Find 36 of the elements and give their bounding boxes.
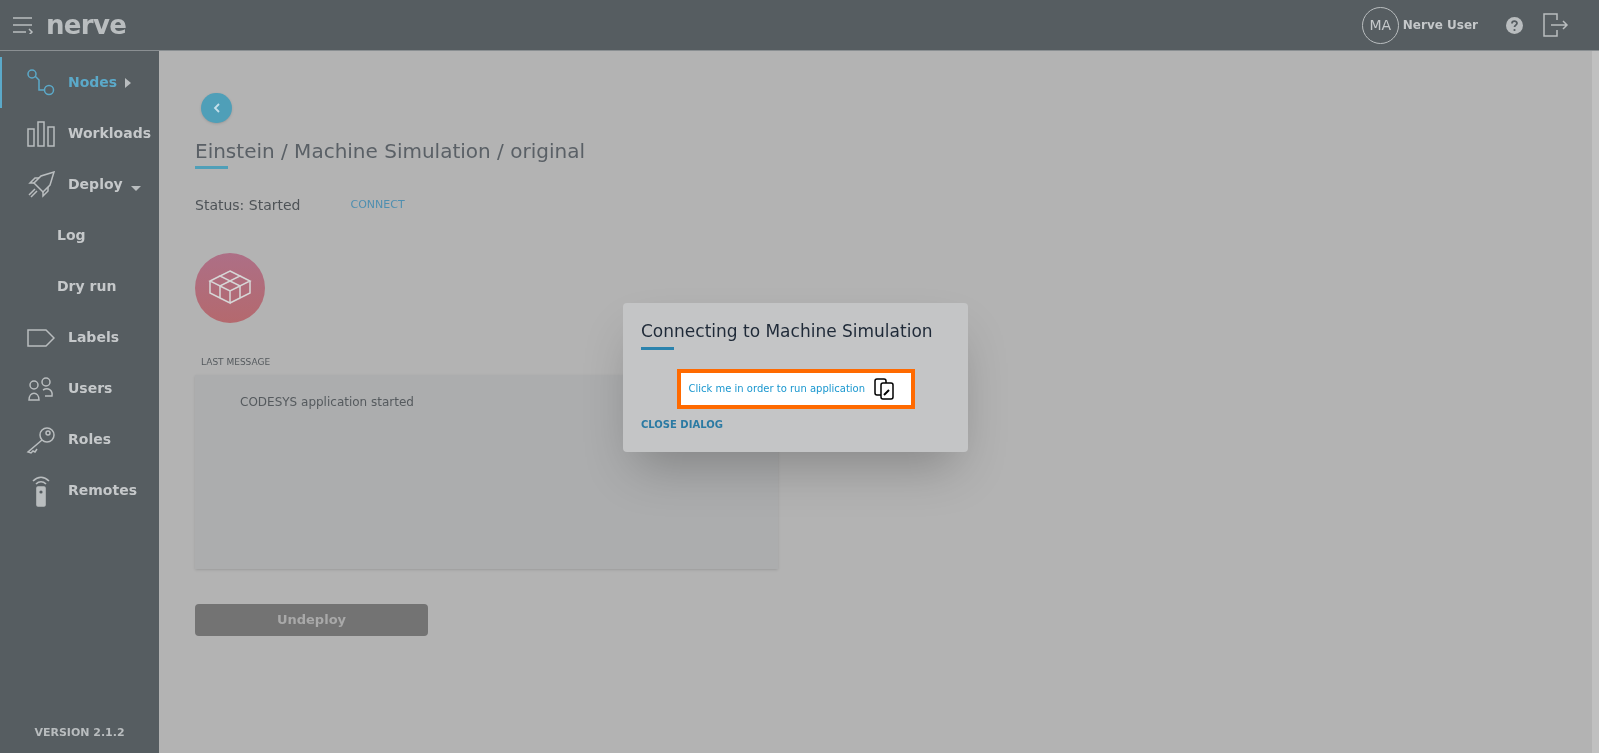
sidebar-item[interactable]: Remotes: [0, 465, 159, 516]
bar-chart-icon: [27, 120, 55, 147]
help-icon[interactable]: [1506, 16, 1523, 34]
cubes-icon: [195, 253, 265, 323]
version-label: VERSION 2.1.2: [33, 724, 126, 741]
caret-icon: [130, 186, 141, 191]
sidebar-item[interactable]: Deploy: [0, 159, 159, 210]
last-message-label: LAST MESSAGE: [201, 356, 271, 369]
sidebar-item[interactable]: Log: [0, 210, 159, 261]
nodes-icon: [26, 67, 56, 98]
status-text: Status: Started: [195, 196, 301, 215]
sidebar-item[interactable]: Nodes: [0, 57, 159, 108]
message-text: CODESYS application started: [240, 394, 414, 409]
remote-icon: [30, 474, 52, 507]
users-icon: [28, 376, 54, 401]
sidebar-item[interactable]: Users: [0, 363, 159, 414]
user-name: Nerve User: [1402, 17, 1478, 34]
sidebar-item[interactable]: Dry run: [0, 261, 159, 312]
tag-icon: [27, 328, 55, 347]
scrollbar[interactable]: [1592, 51, 1599, 753]
menu-icon[interactable]: [12, 16, 34, 34]
close-dialog-button[interactable]: CLOSE DIALOG: [641, 416, 723, 432]
dialog-title: Connecting to Machine Simulation: [641, 320, 934, 343]
key-icon: [26, 425, 56, 454]
page-title: Einstein / Machine Simulation / original: [195, 139, 585, 164]
sidebar-item[interactable]: Labels: [0, 312, 159, 363]
logo: nerve: [46, 12, 127, 38]
copy-icon: [873, 377, 896, 400]
run-application-link[interactable]: Click me in order to run application: [676, 368, 915, 409]
caret-icon: [125, 77, 132, 88]
sidebar-item[interactable]: Roles: [0, 414, 159, 465]
back-button[interactable]: [201, 93, 232, 123]
logout-icon[interactable]: [1543, 13, 1569, 37]
sidebar-item[interactable]: Workloads: [0, 108, 159, 159]
chevron-left-icon: [213, 103, 220, 113]
rocket-icon: [27, 170, 55, 199]
